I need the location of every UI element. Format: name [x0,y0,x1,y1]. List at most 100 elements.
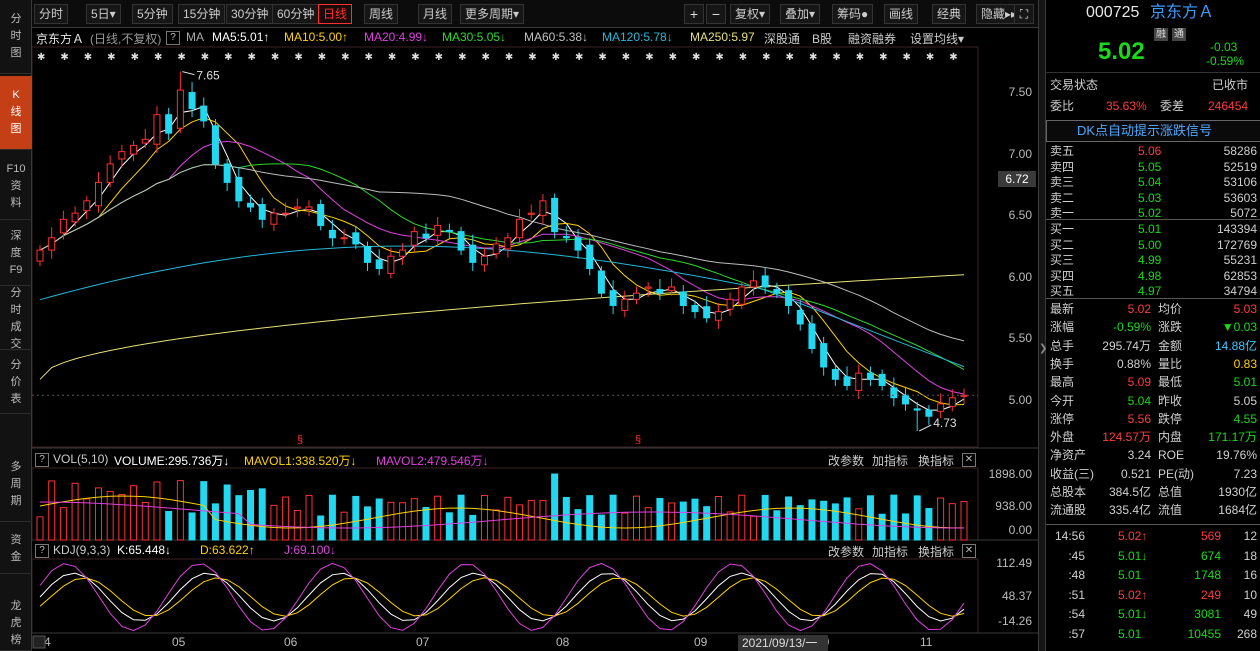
candle-body [562,236,570,239]
side-tab-6[interactable]: 多周期 [0,448,32,522]
volume-bar [492,509,500,541]
stat-value: 5.01 [1233,375,1257,390]
side-tab-char: 时 [10,303,22,316]
side-tab-char: 期 [10,495,22,507]
side-tab-char: F10 [6,163,26,175]
volume-bar [738,494,746,541]
event-marker: ✱ [107,52,115,63]
stat-label: 今开 [1050,393,1075,408]
event-marker: ✱ [248,52,256,63]
add-indicator-button[interactable]: 加指标 [872,543,908,560]
event-marker: ✱ [762,52,770,63]
volume-bar [36,516,44,541]
stat-label: 内盘 [1158,430,1183,445]
tick-volume: 10455 [1187,627,1221,641]
tick-volume: 674 [1200,548,1221,563]
side-tab-5[interactable]: 分价表 [0,352,32,414]
stat-label: 流通股 [1050,503,1087,518]
volume-bar [457,494,465,541]
candle-body [609,290,617,306]
candle-body [527,212,535,215]
stats-row: 涨幅 -0.59% 涨跌 ▼0.03 [1046,318,1260,336]
side-tab-char: 虎 [10,616,22,629]
volume-bar [422,506,430,541]
help-icon[interactable]: ? [35,544,49,558]
candle-body [714,311,722,321]
modify-params-button[interactable]: 改参数 [828,543,864,560]
help-icon[interactable]: ? [166,31,180,45]
side-tab-7[interactable]: 资金 [0,524,32,574]
stat-label: 外盘 [1050,430,1075,445]
side-tab-1[interactable]: K线图 [0,76,32,150]
kdj-tick-label: 48.37 [1001,589,1032,603]
ma-label[interactable]: MA [186,30,204,44]
side-tab-char: 龙 [10,599,22,612]
stat-label: 昨收 [1158,393,1183,408]
stat-label: 均价 [1158,302,1183,316]
margin-link[interactable]: 融资融券 [848,30,896,47]
stats-row: 净资产 3.24 ROE 19.76% [1046,446,1260,464]
switch-indicator-button[interactable]: 换指标 [918,543,954,560]
stat-label: 净资产 [1050,448,1087,463]
stats-row: 总股本 384.5亿 总值 1930亿 [1046,483,1260,501]
stat-label: 金额 [1158,338,1183,353]
low-arrow [918,424,932,432]
help-icon[interactable]: ? [35,453,49,467]
stat-value: 19.76% [1216,448,1257,463]
volume-bar [714,496,722,541]
dk-signal-button[interactable]: DK点自动提示涨跌信号 [1077,122,1212,140]
stat-label: PE(动) [1158,466,1195,481]
tick-time: :45 [1068,548,1085,563]
volume-bar [820,500,828,541]
tick-volume: 3081 [1194,607,1221,622]
d-value: D:63.622↑ [200,543,255,557]
side-tab-char: 成 [10,320,22,333]
add-indicator-button[interactable]: 加指标 [872,452,908,469]
candle-body [785,290,793,306]
volume-bar [387,501,395,541]
vol-legend: ? VOL(5,10) VOLUME:295.736万↓ MAVOL1:338.… [32,450,980,468]
close-icon[interactable]: ✕ [962,544,976,558]
stats-row: 流通股 335.4亿 流值 1684亿 [1046,501,1260,519]
tick-price: 5.02↑ [1118,587,1148,602]
volume-bar [668,502,676,541]
volume-bar [235,495,243,541]
candle-body [621,298,629,311]
side-tab-3[interactable]: 深度 F9 [0,222,32,286]
volume-bar [890,494,898,541]
side-tab-8[interactable]: 龙虎榜 [0,596,32,651]
volume-bar [586,495,594,541]
side-tab-4[interactable]: 分时成交 [0,287,32,350]
tick-count: 12 [1243,529,1257,543]
volume-bar [363,506,371,541]
volume-bar [644,507,652,541]
candle-body [855,372,863,391]
volume-bar [106,490,114,541]
weibi-label: 委比 [1050,99,1075,113]
modify-params-button[interactable]: 改参数 [828,452,864,469]
ma-settings-button[interactable]: 设置均线▾ [910,30,964,47]
switch-indicator-button[interactable]: 换指标 [918,452,954,469]
j-value: J:69.100↓ [284,543,337,557]
candle-body [200,105,208,122]
volume-bar [71,482,79,541]
b-share-link[interactable]: B股 [812,30,832,47]
ma10-value: MA10:5.00↑ [284,30,349,44]
side-tab-2[interactable]: F10 资料 [0,154,32,220]
candle-body [445,229,453,233]
side-tab-0[interactable]: 分时图 [0,0,32,74]
event-marker: ✱ [37,52,45,63]
candle-body [913,408,921,411]
side-tab-char: 金 [10,550,22,563]
volume-bar [761,494,769,541]
tick-count: 268 [1236,627,1257,641]
event-marker: ✱ [177,52,185,63]
event-marker: ✱ [505,52,513,63]
candle-body [866,372,874,380]
close-icon[interactable]: ✕ [962,453,976,467]
shgt-link[interactable]: 深股通 [764,30,800,47]
collapse-handle[interactable]: ❯ [1039,342,1047,356]
stats-row: 最高 5.09 最低 5.01 [1046,373,1260,391]
volume-bar [340,511,348,541]
event-marker: ✱ [786,52,794,63]
